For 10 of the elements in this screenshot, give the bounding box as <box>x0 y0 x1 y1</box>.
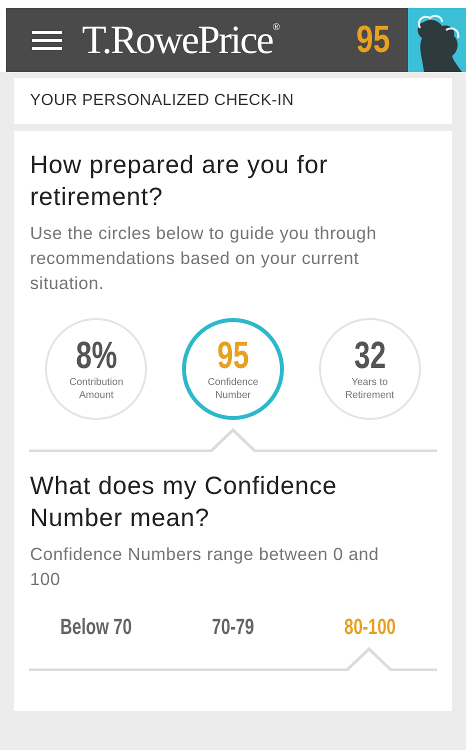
card-title: YOUR PERSONALIZED CHECK-IN <box>30 91 294 111</box>
section-description: Confidence Numbers range between 0 and 100 <box>29 543 380 591</box>
section-description: Use the circles below to guide you through recommendations based on your current situation. <box>29 222 378 295</box>
range-tab[interactable]: 70-79 <box>188 610 278 643</box>
section-heading: How prepared are you for retirement? <box>29 150 329 213</box>
brand-logo: T.RowePrice$^{®}$ <box>82 20 279 60</box>
range-tab[interactable]: Below 70 <box>51 610 142 643</box>
menu-icon[interactable] <box>32 30 62 50</box>
score-text: 95 <box>356 21 390 59</box>
section-heading: What does my Confidence Number mean? <box>29 471 338 534</box>
